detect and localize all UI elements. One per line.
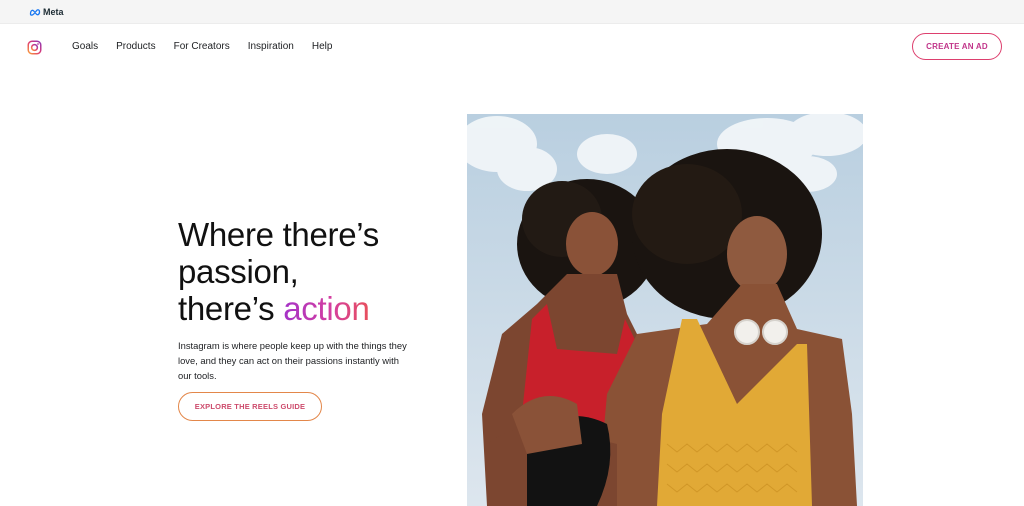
hero-headline: Where there’s passion, there’s action <box>178 216 458 327</box>
create-an-ad-button[interactable]: CREATE AN AD <box>912 33 1002 60</box>
nav-link-inspiration[interactable]: Inspiration <box>248 41 294 53</box>
nav-links: Goals Products For Creators Inspiration … <box>72 41 332 53</box>
hero-photo-illustration <box>467 114 863 506</box>
nav-link-goals[interactable]: Goals <box>72 41 98 53</box>
meta-top-bar: Meta <box>0 0 1024 24</box>
meta-logo[interactable]: Meta <box>29 7 64 17</box>
hero-description: Instagram is where people keep up with t… <box>178 340 407 381</box>
headline-line-3-prefix: there’s <box>178 290 284 327</box>
nav-link-for-creators[interactable]: For Creators <box>174 41 230 53</box>
nav-link-help[interactable]: Help <box>312 41 333 53</box>
headline-accent-word: action <box>283 290 370 327</box>
headline-line-3: there’s action <box>178 290 458 327</box>
headline-line-1: Where there’s <box>178 216 379 253</box>
meta-brand-text: Meta <box>43 7 64 17</box>
explore-reels-guide-button[interactable]: EXPLORE THE REELS GUIDE <box>178 392 322 421</box>
instagram-logo-icon[interactable] <box>27 40 42 55</box>
headline-line-2: passion, <box>178 253 299 290</box>
main-navigation: Goals Products For Creators Inspiration … <box>0 24 1024 70</box>
nav-link-products[interactable]: Products <box>116 41 155 53</box>
hero-image <box>467 114 863 506</box>
meta-logo-icon <box>29 9 41 16</box>
